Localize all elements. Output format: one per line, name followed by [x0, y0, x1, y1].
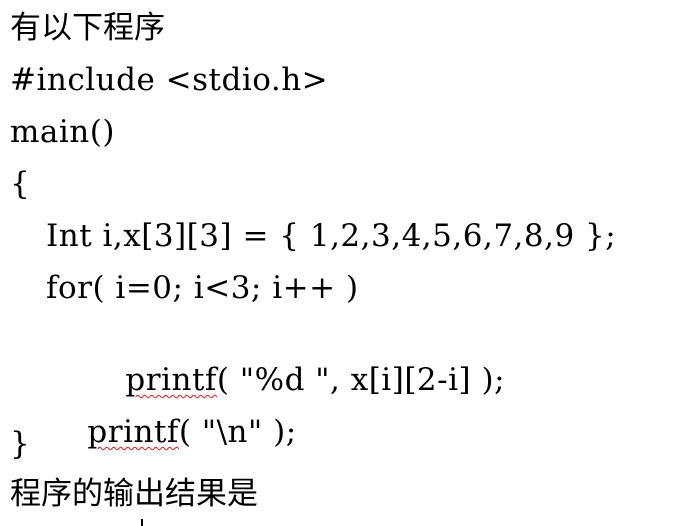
code-line-include: #include <stdio.h> — [10, 62, 329, 98]
code-line-main: main() — [10, 114, 115, 150]
code-line-printf-newline: printf( "\n" ); — [46, 372, 297, 450]
question-text: 程序的输出结果是 — [10, 476, 258, 512]
code-line-for-loop: for( i=0; i<3; i++ ) — [46, 270, 359, 306]
code-line-printf-element: printf( "%d ", x[i][2-i] ); — [84, 320, 505, 398]
printf-spellcheck-word: printf — [87, 414, 179, 450]
code-line-open-brace: { — [10, 166, 31, 202]
printf-args: ( "\n" ); — [178, 414, 297, 450]
code-line-close-brace: } — [10, 426, 31, 462]
intro-text: 有以下程序 — [10, 10, 165, 46]
document-page: 有以下程序 #include <stdio.h> main() { Int i,… — [0, 0, 700, 526]
code-line-declaration: Int i,x[3][3] = { 1,2,3,4,5,6,7,8,9 }; — [46, 218, 617, 254]
text-cursor — [141, 519, 143, 526]
